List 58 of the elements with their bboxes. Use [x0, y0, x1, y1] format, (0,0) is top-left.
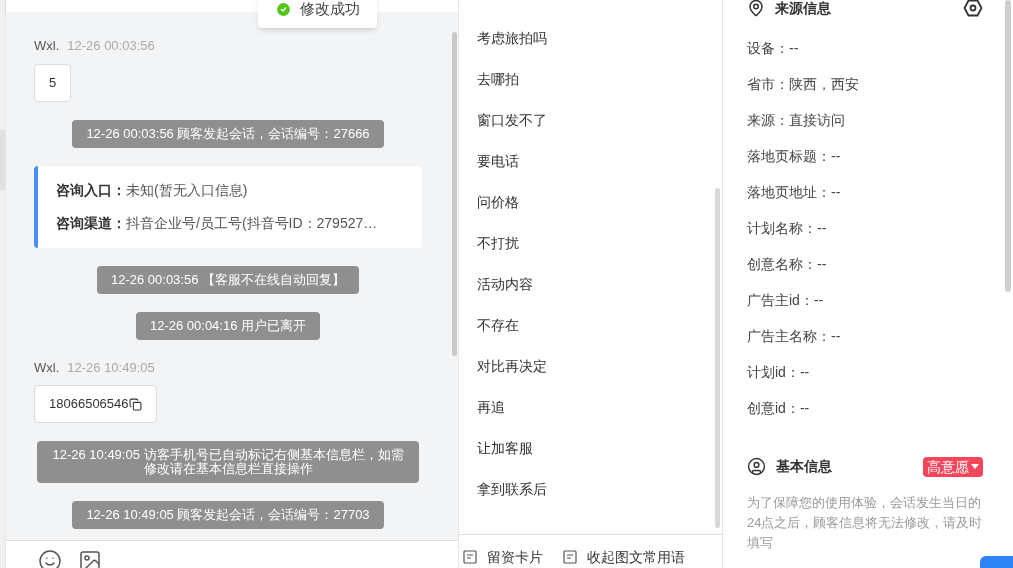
system-message: 12-26 00:04:16 用户已离开	[135, 311, 321, 340]
emoji-icon[interactable]	[38, 549, 62, 568]
source-field: 来源：直接访问	[747, 110, 983, 130]
quick-reply-item[interactable]: 考虑旅拍吗	[477, 28, 715, 48]
settings-icon[interactable]	[963, 0, 983, 17]
source-field: 广告主id：--	[747, 290, 983, 310]
toolbar-button[interactable]: 留资卡片	[463, 549, 543, 565]
source-field: 落地页地址：--	[747, 182, 983, 202]
source-field: 落地页标题：--	[747, 146, 983, 166]
source-field: 设备：--	[747, 38, 983, 58]
scrollbar-thumb[interactable]	[452, 32, 457, 356]
section-title: 来源信息	[775, 0, 831, 18]
entry-value: 抖音企业号/员工号(抖音号ID：279527…	[126, 213, 378, 233]
toast: 修改成功	[258, 0, 377, 28]
document-icon	[563, 550, 577, 564]
sender-name: Wxl.	[34, 358, 60, 377]
source-field: 计划名称：--	[747, 218, 983, 238]
quick-reply-item[interactable]: 不存在	[477, 315, 715, 335]
copy-icon[interactable]	[128, 397, 142, 411]
success-icon	[275, 0, 292, 18]
system-message: 12-26 10:49:05 顾客发起会话，会话编号：27703	[72, 501, 384, 529]
quick-reply-item[interactable]: 去哪拍	[477, 69, 715, 89]
message-bubble: 18066506546	[34, 385, 157, 423]
section-title: 基本信息	[776, 457, 832, 476]
quick-reply-item[interactable]: 问价格	[477, 192, 715, 212]
source-field: 创意名称：--	[747, 254, 983, 274]
source-field: 创意id：--	[747, 398, 983, 418]
message-bubble: 5	[34, 63, 72, 102]
quick-reply-item[interactable]: 对比再决定	[477, 356, 715, 376]
source-field: 广告主名称：--	[747, 326, 983, 346]
toolbar-button[interactable]: 收起图文常用语	[563, 549, 685, 565]
system-message: 12-26 00:03:56 【客服不在线自动回复】	[96, 265, 360, 294]
sender-name: Wxl.	[34, 37, 60, 55]
system-message: 12-26 10:49:05 访客手机号已自动标记右侧基本信息栏，如需修改请在基本信息栏直接操作	[37, 441, 419, 483]
source-field: 省市：陕西，西安	[747, 74, 983, 94]
system-message: 12-26 00:03:56 顾客发起会话，会话编号：27666	[72, 119, 384, 148]
document-icon	[463, 550, 477, 564]
quick-reply-item[interactable]: 让加客服	[477, 438, 715, 458]
caret-icon	[971, 463, 979, 470]
scrollbar-thumb[interactable]	[1005, 0, 1011, 292]
entry-label: 咨询入口：	[56, 180, 126, 200]
notice-text: 为了保障您的使用体验，会话发生当日的24点之后，顾客信息将无法修改，请及时填写	[747, 494, 983, 552]
quick-reply-item[interactable]: 活动内容	[477, 274, 715, 294]
message-time: 12-26 00:03:56	[67, 37, 155, 55]
user-icon	[747, 457, 766, 476]
source-field: 计划id：--	[747, 362, 983, 382]
intent-tag[interactable]: 高意愿	[923, 456, 983, 477]
scrollbar-thumb[interactable]	[715, 188, 720, 528]
quick-reply-item[interactable]: 再追	[477, 397, 715, 417]
image-icon[interactable]	[78, 549, 102, 568]
entry-label: 咨询渠道：	[56, 213, 126, 233]
location-pin-icon	[747, 0, 765, 17]
message-time: 12-26 10:49:05	[67, 358, 155, 377]
quick-reply-item[interactable]: 要电话	[477, 151, 715, 171]
entry-value: 未知(暂无入口信息)	[126, 180, 248, 200]
quick-reply-item[interactable]: 拿到联系后	[477, 479, 715, 499]
quick-reply-item[interactable]: 不打扰	[477, 233, 715, 253]
quick-reply-item[interactable]: 窗口发不了	[477, 110, 715, 130]
